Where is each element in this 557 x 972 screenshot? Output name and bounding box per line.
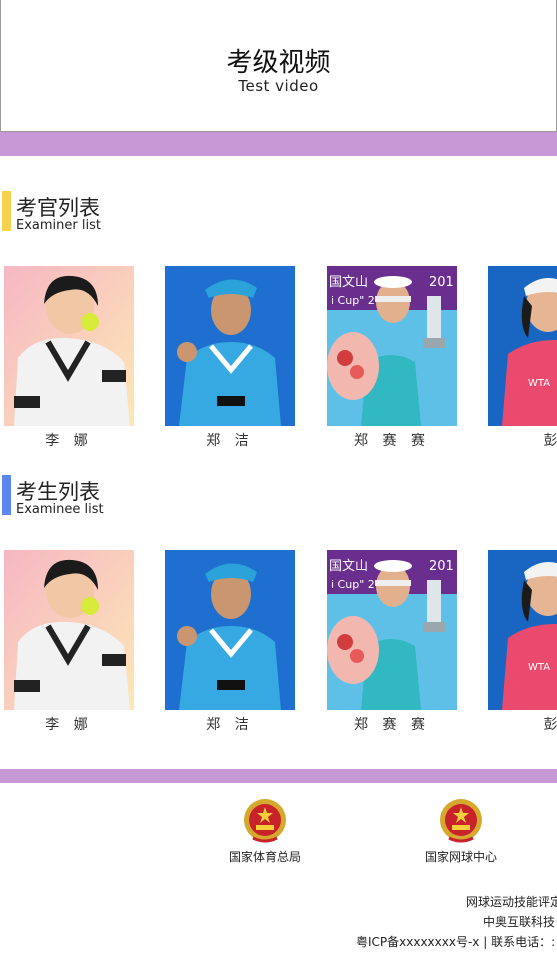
examiner-name: 郑 赛 赛 — [354, 433, 430, 449]
examiner-name: 彭 — [543, 433, 557, 449]
examinee-photo[interactable]: 国文山 201 i Cup" 2 — [327, 550, 457, 710]
examinee-name: 郑 赛 赛 — [354, 717, 430, 733]
photo-banner-text: i Cup" 2 — [331, 578, 375, 591]
national-emblem-icon — [244, 799, 286, 843]
test-video-panel[interactable]: 考级视频 Test video — [0, 0, 557, 132]
section-accent-bar — [2, 475, 11, 515]
footer-org-links: 国家体育总局 国家网球中心 — [0, 798, 557, 868]
examiner-photo[interactable] — [4, 266, 134, 426]
examiner-photo[interactable]: WTA — [488, 266, 557, 426]
examinee-list: 李 娜 郑 洁 国文山 201 i Cup" 2 郑 赛 赛 WTA 彭 — [0, 550, 557, 750]
video-subtitle: Test video — [238, 77, 319, 95]
examiner-photo[interactable] — [165, 266, 295, 426]
examinee-name: 彭 — [543, 717, 557, 733]
examinee-photo[interactable]: WTA — [488, 550, 557, 710]
footer-company: 中奥互联科技 — [483, 915, 556, 929]
national-emblem-icon — [440, 799, 482, 843]
section-accent-bar — [2, 191, 11, 231]
footer-divider-band — [0, 769, 557, 783]
org-link-sport-administration[interactable]: 国家体育总局 — [205, 798, 325, 865]
footer-icp-contact: 粤ICP备xxxxxxxx号-x | 联系电话：: — [356, 935, 556, 949]
examinee-name: 李 娜 — [45, 717, 93, 733]
photo-banner-text: 201 — [429, 275, 454, 290]
footer-site-name: 网球运动技能评定 — [466, 895, 557, 909]
photo-shirt-text: WTA — [528, 378, 550, 389]
photo-banner-text: i Cup" 2 — [331, 294, 375, 307]
examinee-name: 郑 洁 — [206, 717, 254, 733]
examiner-name: 李 娜 — [45, 433, 93, 449]
examinee-photo[interactable] — [165, 550, 295, 710]
examiner-section-subtitle: Examiner list — [16, 218, 101, 233]
org-label: 国家体育总局 — [228, 850, 301, 864]
org-label: 国家网球中心 — [424, 850, 497, 864]
photo-banner-text: 国文山 — [329, 275, 368, 290]
examiner-list: 李 娜 郑 洁 国文山 201 i Cup" 2 郑 赛 赛 WTA 彭 — [0, 266, 557, 466]
examiner-name: 郑 洁 — [206, 433, 254, 449]
examiner-photo[interactable]: 国文山 201 i Cup" 2 — [327, 266, 457, 426]
photo-banner-text: 国文山 — [329, 559, 368, 574]
examinee-photo[interactable] — [4, 550, 134, 710]
examinee-section-subtitle: Examinee list — [16, 502, 104, 517]
photo-banner-text: 201 — [429, 559, 454, 574]
org-link-tennis-center[interactable]: 国家网球中心 — [401, 798, 521, 865]
video-title: 考级视频 — [226, 48, 331, 78]
top-divider-band — [0, 132, 557, 156]
photo-shirt-text: WTA — [528, 662, 550, 673]
